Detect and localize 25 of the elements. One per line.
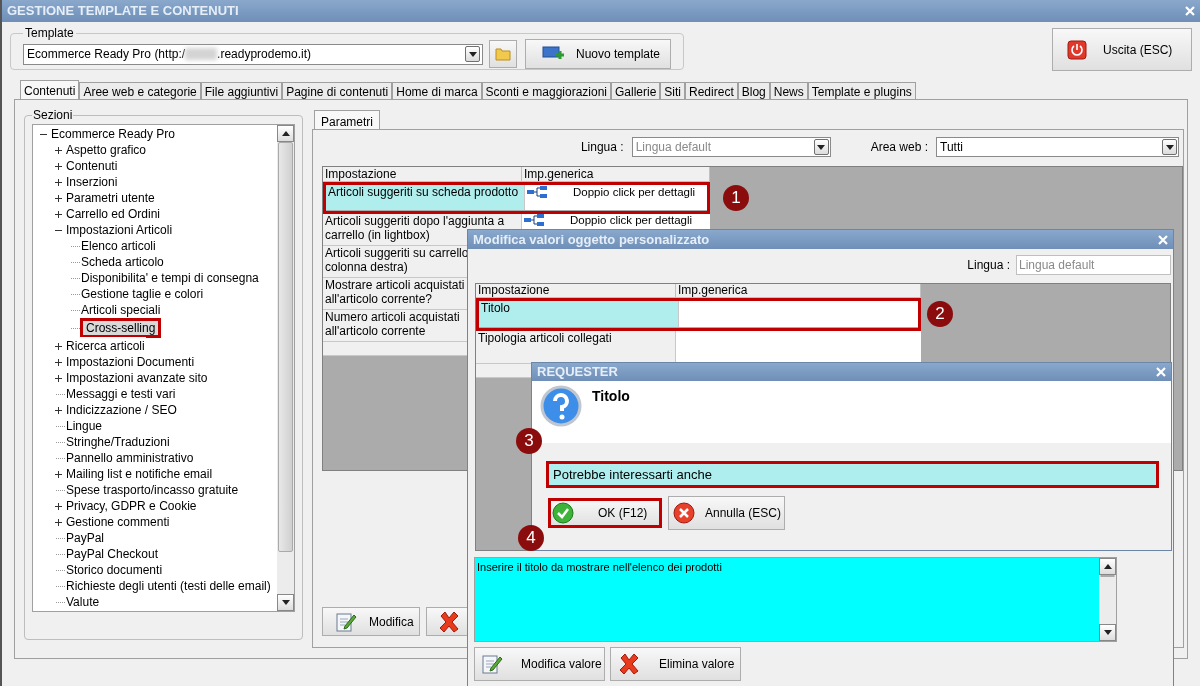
dropdown-value: Lingua default [635,139,712,156]
language-label: Lingua : [967,257,1010,274]
table-cell: Articoli suggeriti su scheda prodotto [326,185,525,210]
column-header: Imp.generica [522,167,710,181]
column-header: Impostazione [323,167,522,181]
group-label: Template [24,25,75,42]
column-header: Impostazione [476,284,676,297]
window-title: REQUESTER [537,363,618,382]
window-title: GESTIONE TEMPLATE E CONTENUTI [7,2,239,21]
step-marker: 2 [927,301,953,327]
table-cell: Titolo [479,301,679,327]
group-label: Sezioni [32,107,74,124]
field-value: Lingua default [1019,257,1095,274]
column-header: Imp.generica [676,284,921,297]
step-marker: 4 [518,525,544,551]
template-url: .readyprodemo.it) [217,46,312,63]
language-label: Lingua : [580,139,624,156]
table-cell: Doppio click per dettagli [525,185,707,210]
table-cell: Tipologia articoli collegati [476,331,676,363]
dropdown-value: Tutti [940,139,963,156]
template-url: Ecommerce Ready Pro (http:/ [27,46,186,63]
step-marker: 1 [723,185,749,211]
description-text: Inserire il titolo da mostrare nell'elenco dei prodotti [476,560,723,575]
web-area-label: Area web : [870,139,928,156]
requester-heading: Titolo [592,387,630,406]
